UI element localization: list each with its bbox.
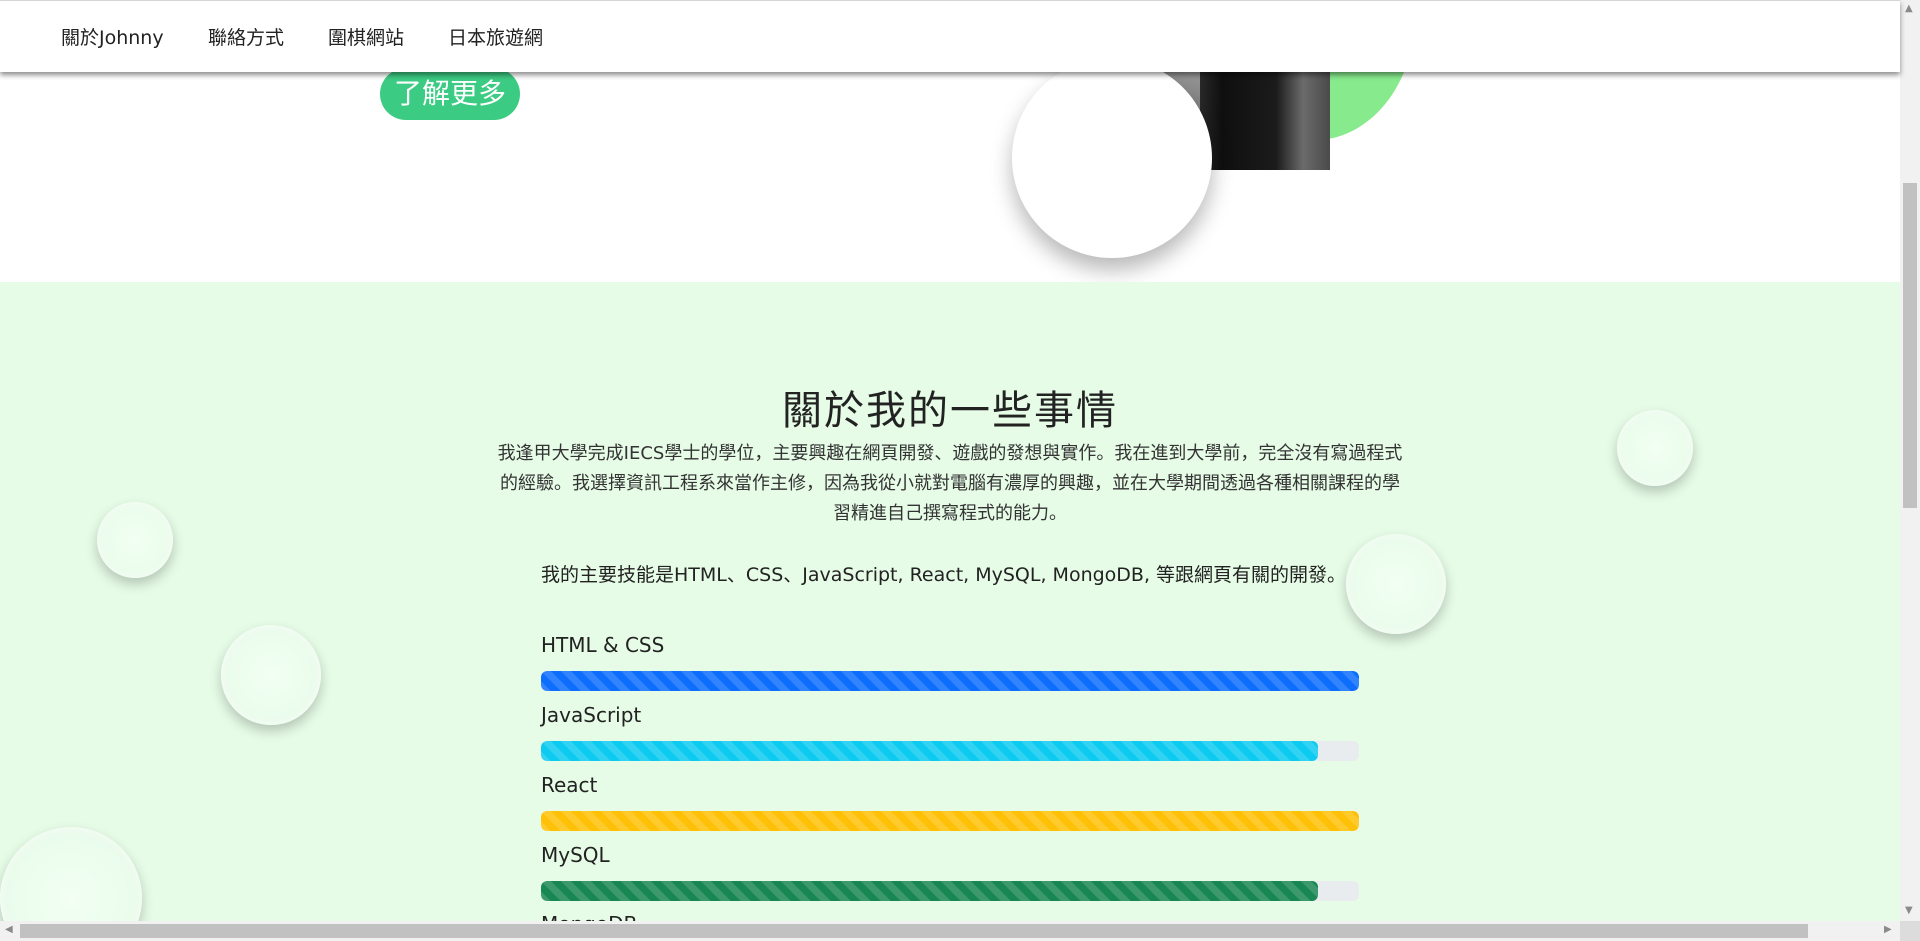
decorative-bubble: [221, 625, 321, 725]
skill-progress-fill: [541, 671, 1359, 691]
skills-summary: 我的主要技能是HTML、CSS、JavaScript, React, MySQL…: [541, 564, 1347, 586]
horizontal-scrollbar[interactable]: ◀ ▶: [0, 921, 1900, 941]
nav-link-go-site[interactable]: 圍棋網站: [328, 23, 404, 50]
nav-link-japan-travel[interactable]: 日本旅遊網: [448, 23, 543, 50]
skill-progress-fill: [541, 741, 1319, 761]
about-description: 我逢甲大學完成IECS學士的學位，主要興趣在網頁開發、遊戲的發想與實作。我在進到…: [497, 443, 1403, 524]
skill-progress-fill: [541, 811, 1359, 831]
skill-label: JavaScript: [541, 703, 642, 727]
scroll-up-icon[interactable]: ▲: [1905, 3, 1913, 14]
decorative-bubble: [1346, 534, 1446, 634]
skill-label: React: [541, 773, 598, 797]
scroll-right-icon[interactable]: ▶: [1884, 924, 1892, 935]
hero-decorative-circle: [1012, 58, 1212, 258]
skill-label: MySQL: [541, 843, 610, 867]
scrollbar-corner: [1900, 921, 1920, 941]
nav-link-about[interactable]: 關於Johnny: [61, 23, 164, 50]
scroll-down-icon[interactable]: ▼: [1905, 905, 1913, 916]
skill-progress-bar: [541, 811, 1359, 831]
vertical-scroll-thumb[interactable]: [1903, 183, 1917, 508]
decorative-bubble: [97, 502, 173, 578]
scroll-left-icon[interactable]: ◀: [5, 924, 13, 935]
skill-progress-fill: [541, 881, 1319, 901]
vertical-scrollbar[interactable]: ▲ ▼: [1900, 0, 1920, 921]
learn-more-button[interactable]: 了解更多: [380, 68, 520, 120]
skill-label: HTML & CSS: [541, 633, 665, 657]
top-navbar: 關於Johnny 聯絡方式 圍棋網站 日本旅遊網: [0, 0, 1900, 72]
skill-progress-bar: [541, 741, 1359, 761]
about-title: 關於我的一些事情: [782, 388, 1118, 434]
horizontal-scroll-thumb[interactable]: [20, 924, 1808, 938]
nav-link-contact[interactable]: 聯絡方式: [208, 23, 284, 50]
skill-progress-bar: [541, 881, 1359, 901]
about-section: 關於我的一些事情 我逢甲大學完成IECS學士的學位，主要興趣在網頁開發、遊戲的發…: [0, 282, 1900, 941]
skill-progress-bar: [541, 671, 1359, 691]
